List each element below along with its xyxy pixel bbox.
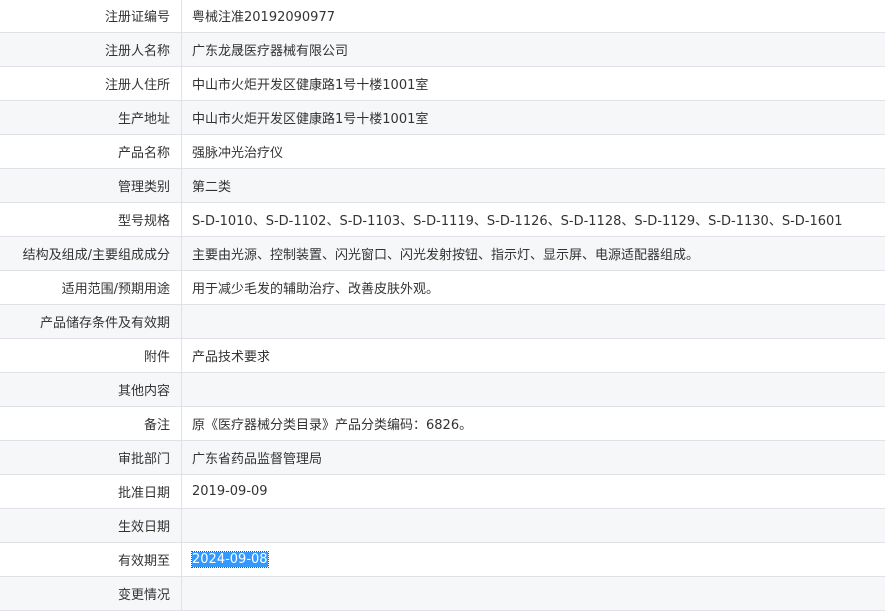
field-value-registration-number: 粤械注准20192090977 <box>182 0 885 33</box>
table-row: 有效期至 2024-09-08 <box>0 543 885 577</box>
table-row: 审批部门 广东省药品监督管理局 <box>0 441 885 475</box>
field-value-model-spec: S-D-1010、S-D-1102、S-D-1103、S-D-1119、S-D-… <box>182 203 885 237</box>
field-label-structure-composition: 结构及组成/主要组成成分 <box>0 237 182 271</box>
field-value-valid-until[interactable]: 2024-09-08 <box>182 543 885 577</box>
field-value-effective-date <box>182 509 885 543</box>
field-value-intended-use: 用于减少毛发的辅助治疗、改善皮肤外观。 <box>182 271 885 305</box>
field-label-registrant-name: 注册人名称 <box>0 33 182 67</box>
field-value-management-category: 第二类 <box>182 169 885 203</box>
table-row: 产品名称 强脉冲光治疗仪 <box>0 135 885 169</box>
field-value-registrant-name: 广东龙晟医疗器械有限公司 <box>182 33 885 67</box>
field-label-attachment: 附件 <box>0 339 182 373</box>
field-label-valid-until: 有效期至 <box>0 543 182 577</box>
field-label-approval-date: 批准日期 <box>0 475 182 509</box>
table-row: 附件 产品技术要求 <box>0 339 885 373</box>
field-label-model-spec: 型号规格 <box>0 203 182 237</box>
table-row: 变更情况 <box>0 577 885 611</box>
table-row: 批准日期 2019-09-09 <box>0 475 885 509</box>
field-label-change-history: 变更情况 <box>0 577 182 611</box>
table-row: 结构及组成/主要组成成分 主要由光源、控制装置、闪光窗口、闪光发射按钮、指示灯、… <box>0 237 885 271</box>
table-row: 注册证编号 粤械注准20192090977 <box>0 0 885 33</box>
table-row: 注册人名称 广东龙晟医疗器械有限公司 <box>0 33 885 67</box>
table-row: 备注 原《医疗器械分类目录》产品分类编码：6826。 <box>0 407 885 441</box>
selected-valid-until-text[interactable]: 2024-09-08 <box>192 552 268 567</box>
field-value-remarks: 原《医疗器械分类目录》产品分类编码：6826。 <box>182 407 885 441</box>
table-row: 生产地址 中山市火炬开发区健康路1号十楼1001室 <box>0 101 885 135</box>
field-label-other-content: 其他内容 <box>0 373 182 407</box>
field-value-other-content <box>182 373 885 407</box>
field-value-registrant-address: 中山市火炬开发区健康路1号十楼1001室 <box>182 67 885 101</box>
table-row: 管理类别 第二类 <box>0 169 885 203</box>
field-label-product-name: 产品名称 <box>0 135 182 169</box>
field-label-remarks: 备注 <box>0 407 182 441</box>
field-value-attachment: 产品技术要求 <box>182 339 885 373</box>
registration-detail-table: 注册证编号 粤械注准20192090977 注册人名称 广东龙晟医疗器械有限公司… <box>0 0 885 611</box>
field-label-production-address: 生产地址 <box>0 101 182 135</box>
field-value-change-history <box>182 577 885 611</box>
table-row: 适用范围/预期用途 用于减少毛发的辅助治疗、改善皮肤外观。 <box>0 271 885 305</box>
field-label-registration-number: 注册证编号 <box>0 0 182 33</box>
field-value-structure-composition: 主要由光源、控制装置、闪光窗口、闪光发射按钮、指示灯、显示屏、电源适配器组成。 <box>182 237 885 271</box>
table-row: 型号规格 S-D-1010、S-D-1102、S-D-1103、S-D-1119… <box>0 203 885 237</box>
field-label-management-category: 管理类别 <box>0 169 182 203</box>
field-label-approval-department: 审批部门 <box>0 441 182 475</box>
field-label-registrant-address: 注册人住所 <box>0 67 182 101</box>
field-value-production-address: 中山市火炬开发区健康路1号十楼1001室 <box>182 101 885 135</box>
field-label-intended-use: 适用范围/预期用途 <box>0 271 182 305</box>
field-label-storage-validity: 产品储存条件及有效期 <box>0 305 182 339</box>
table-row: 生效日期 <box>0 509 885 543</box>
field-value-storage-validity <box>182 305 885 339</box>
field-value-approval-date: 2019-09-09 <box>182 475 885 509</box>
field-label-effective-date: 生效日期 <box>0 509 182 543</box>
table-row: 其他内容 <box>0 373 885 407</box>
table-row: 产品储存条件及有效期 <box>0 305 885 339</box>
table-row: 注册人住所 中山市火炬开发区健康路1号十楼1001室 <box>0 67 885 101</box>
field-value-product-name: 强脉冲光治疗仪 <box>182 135 885 169</box>
field-value-approval-department: 广东省药品监督管理局 <box>182 441 885 475</box>
